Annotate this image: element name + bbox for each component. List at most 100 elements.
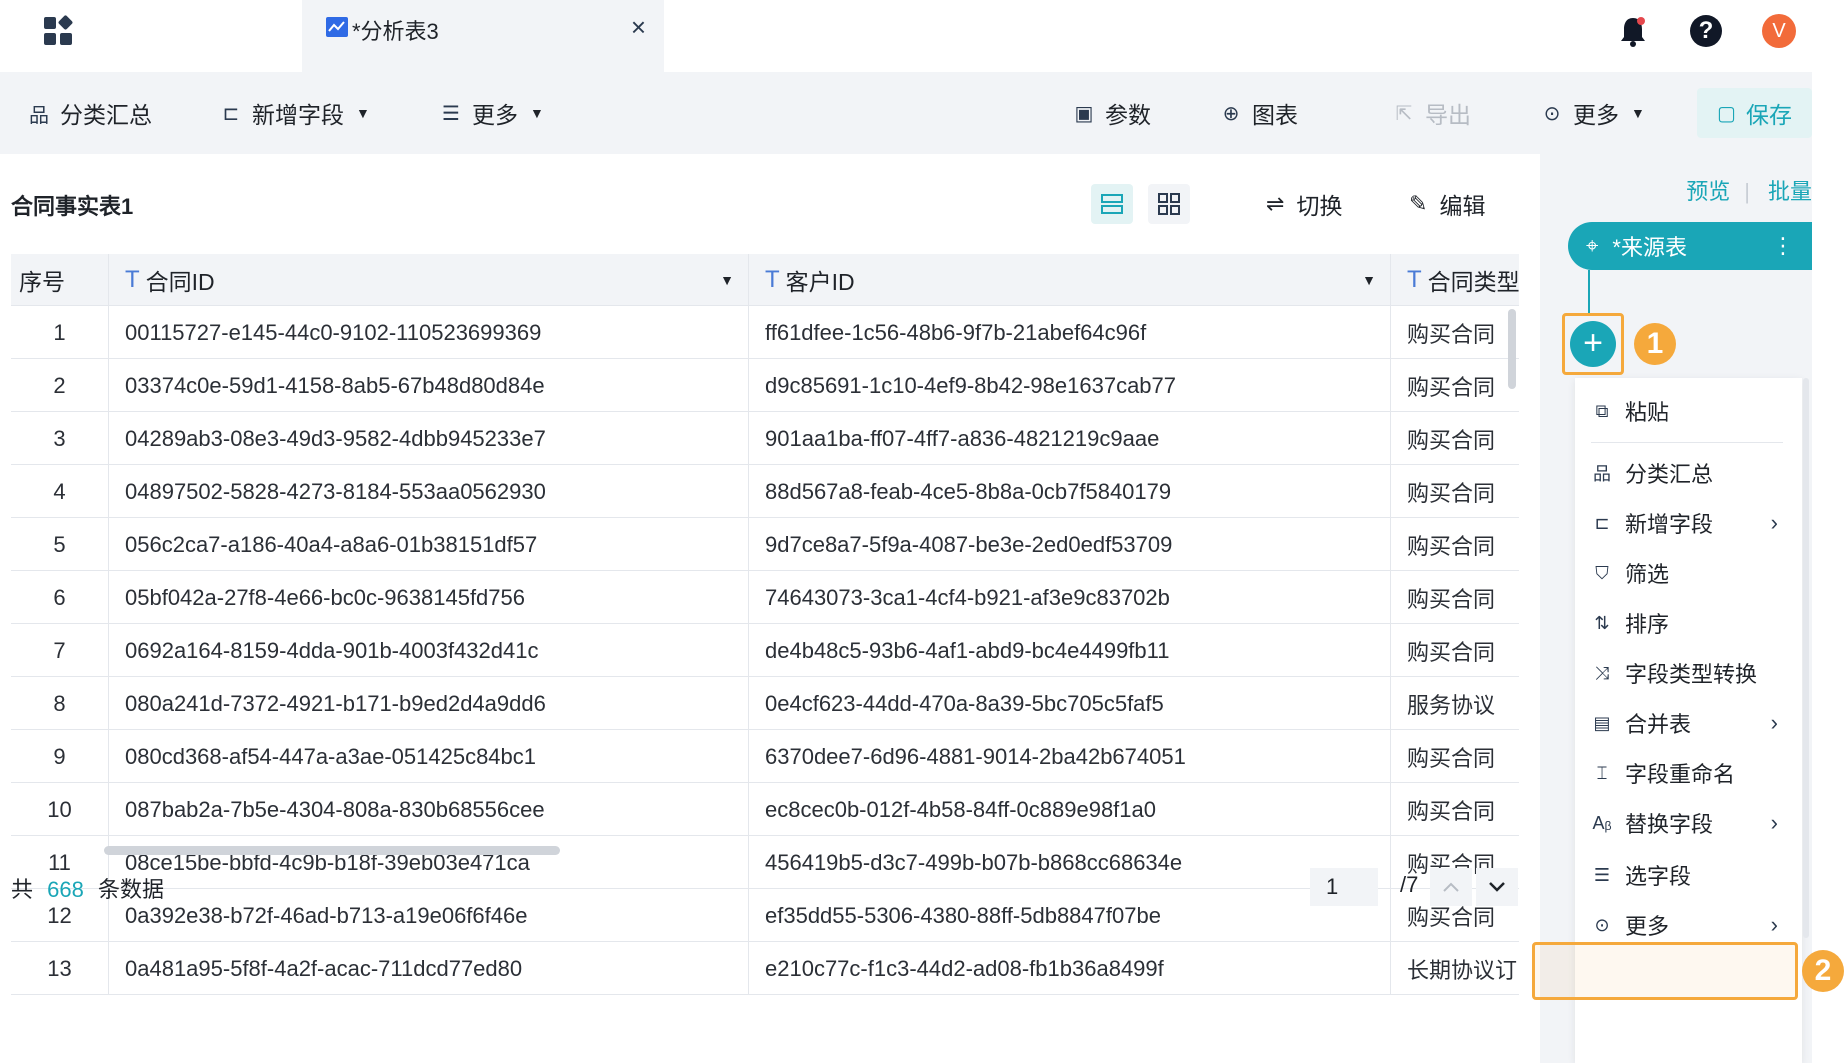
menu-item-replace[interactable]: Aᵦ 替换字段 › <box>1575 798 1802 848</box>
col-header-contract-id[interactable]: T 合同ID ▼ <box>109 254 749 306</box>
table-cell[interactable]: 6370dee7-6d96-4881-9014-2ba42b674051 <box>749 730 1391 783</box>
table-cell[interactable]: 10 <box>11 783 109 836</box>
preview-link[interactable]: 预览 <box>1686 179 1730 204</box>
table-cell[interactable]: 6 <box>11 571 109 624</box>
table-cell[interactable]: 05bf042a-27f8-4e66-bc0c-9638145fd756 <box>109 571 749 624</box>
list-view-toggle[interactable] <box>1091 184 1133 224</box>
table-row[interactable]: 3 04289ab3-08e3-49d3-9582-4dbb945233e7 901… <box>11 412 1519 465</box>
table-cell[interactable]: 7 <box>11 624 109 677</box>
table-cell[interactable]: 购买合同 <box>1391 412 1519 465</box>
table-cell[interactable]: 购买合同 <box>1391 465 1519 518</box>
chart-button[interactable]: ⊕ 图表 <box>1220 72 1298 154</box>
table-row[interactable]: 7 0692a164-8159-4dda-901b-4003f432d41c de4… <box>11 624 1519 677</box>
menu-item-rename[interactable]: ⌶ 字段重命名 <box>1575 748 1802 798</box>
menu-item-merge[interactable]: ▤ 合并表 › <box>1575 698 1802 748</box>
add-node-button[interactable]: + <box>1570 321 1616 367</box>
switch-button[interactable]: ⇌ 切换 <box>1266 184 1342 224</box>
table-row[interactable]: 6 05bf042a-27f8-4e66-bc0c-9638145fd756 746… <box>11 571 1519 624</box>
add-field-button[interactable]: ⊏ 新增字段 ▼ <box>220 72 370 154</box>
table-cell[interactable]: ec8cec0b-012f-4b58-84ff-0c889e98f1a0 <box>749 783 1391 836</box>
table-cell[interactable]: e210c77c-f1c3-44d2-ad08-fb1b36a8499f <box>749 942 1391 995</box>
more-right-button[interactable]: ⊙ 更多 ▼ <box>1541 72 1645 154</box>
table-cell[interactable]: 456419b5-d3c7-499b-b07b-b868cc68634e <box>749 836 1391 889</box>
table-cell[interactable]: 13 <box>11 942 109 995</box>
table-cell[interactable]: 080cd368-af54-447a-a3ae-051425c84bc1 <box>109 730 749 783</box>
table-cell[interactable]: 04289ab3-08e3-49d3-9582-4dbb945233e7 <box>109 412 749 465</box>
table-row[interactable]: 4 04897502-5828-4273-8184-553aa0562930 88d… <box>11 465 1519 518</box>
vertical-scrollbar[interactable] <box>1508 309 1516 389</box>
table-cell[interactable]: 购买合同 <box>1391 624 1519 677</box>
menu-item-paste[interactable]: ⧉ 粘贴 <box>1575 386 1802 436</box>
table-row[interactable]: 9 080cd368-af54-447a-a3ae-051425c84bc1 637… <box>11 730 1519 783</box>
table-cell[interactable]: 03374c0e-59d1-4158-8ab5-67b48d80d84e <box>109 359 749 412</box>
table-cell[interactable]: 0692a164-8159-4dda-901b-4003f432d41c <box>109 624 749 677</box>
page-input[interactable]: 1 <box>1310 868 1378 906</box>
table-cell[interactable]: 购买合同 <box>1391 730 1519 783</box>
tab-analysis-3[interactable]: *分析表3 × <box>302 0 664 72</box>
menu-item-convert[interactable]: ⤨ 字段类型转换 <box>1575 648 1802 698</box>
table-cell[interactable]: 1 <box>11 306 109 359</box>
batch-link[interactable]: 批量 <box>1768 179 1812 204</box>
table-cell[interactable]: 2 <box>11 359 109 412</box>
group-summary-button[interactable]: 品 分类汇总 <box>28 72 152 154</box>
table-cell[interactable]: 5 <box>11 518 109 571</box>
menu-item-add-field[interactable]: ⊏ 新增字段 › <box>1575 498 1802 548</box>
table-cell[interactable]: 74643073-3ca1-4cf4-b921-af3e9c83702b <box>749 571 1391 624</box>
table-row[interactable]: 5 056c2ca7-a186-40a4-a8a6-01b38151df57 9d7… <box>11 518 1519 571</box>
menu-item-select-field[interactable]: ☰ 选字段 <box>1575 850 1802 900</box>
grid-view-toggle[interactable] <box>1148 184 1190 224</box>
more-left-button[interactable]: ☰ 更多 ▼ <box>440 72 544 154</box>
table-cell[interactable]: 9 <box>11 730 109 783</box>
table-cell[interactable]: d9c85691-1c10-4ef9-8b42-98e1637cab77 <box>749 359 1391 412</box>
avatar[interactable]: V <box>1762 14 1796 48</box>
table-cell[interactable]: 4 <box>11 465 109 518</box>
table-cell[interactable]: 8 <box>11 677 109 730</box>
table-cell[interactable]: 04897502-5828-4273-8184-553aa0562930 <box>109 465 749 518</box>
table-cell[interactable]: 购买合同 <box>1391 783 1519 836</box>
export-button[interactable]: ⇱ 导出 <box>1393 72 1471 154</box>
menu-item-group[interactable]: 品分类汇总 <box>1575 448 1802 498</box>
menu-item-filter[interactable]: ⛉ 筛选 <box>1575 548 1802 598</box>
menu-item-sort[interactable]: ⇅ 排序 <box>1575 598 1802 648</box>
horizontal-scrollbar[interactable] <box>104 846 560 855</box>
table-cell[interactable]: 88d567a8-feab-4ce5-8b8a-0cb7f5840179 <box>749 465 1391 518</box>
table-cell[interactable]: 长期协议订 <box>1391 942 1519 995</box>
table-cell[interactable]: 00115727-e145-44c0-9102-110523699369 <box>109 306 749 359</box>
page-down-button[interactable] <box>1476 868 1518 906</box>
save-button[interactable]: ▢ 保存 <box>1697 88 1812 138</box>
table-cell[interactable]: 0a481a95-5f8f-4a2f-acac-711dcd77ed80 <box>109 942 749 995</box>
chevron-down-icon[interactable]: ▼ <box>720 272 734 288</box>
params-button[interactable]: ▣ 参数 <box>1073 72 1151 154</box>
table-cell[interactable]: 购买合同 <box>1391 518 1519 571</box>
table-row[interactable]: 13 0a481a95-5f8f-4a2f-acac-711dcd77ed80 e2… <box>11 942 1519 995</box>
table-cell[interactable]: 0e4cf623-44dd-470a-8a39-5bc705c5faf5 <box>749 677 1391 730</box>
col-header-customer-id[interactable]: T 客户ID ▼ <box>749 254 1391 306</box>
table-cell[interactable]: 056c2ca7-a186-40a4-a8a6-01b38151df57 <box>109 518 749 571</box>
table-cell[interactable]: ef35dd55-5306-4380-88ff-5db8847f07be <box>749 889 1391 942</box>
table-cell[interactable]: 080a241d-7372-4921-b171-b9ed2d4a9dd6 <box>109 677 749 730</box>
table-cell[interactable]: 08ce15be-bbfd-4c9b-b18f-39eb03e471ca <box>109 836 749 889</box>
table-cell[interactable]: 9d7ce8a7-5f9a-4087-be3e-2ed0edf53709 <box>749 518 1391 571</box>
table-row[interactable]: 1 00115727-e145-44c0-9102-110523699369 ff6… <box>11 306 1519 359</box>
table-cell[interactable]: 087bab2a-7b5e-4304-808a-830b68556cee <box>109 783 749 836</box>
page-up-button[interactable] <box>1430 868 1472 906</box>
table-row[interactable]: 10 087bab2a-7b5e-4304-808a-830b68556cee ec… <box>11 783 1519 836</box>
help-icon[interactable]: ? <box>1690 15 1722 47</box>
table-cell[interactable]: 3 <box>11 412 109 465</box>
table-cell[interactable]: 购买合同 <box>1391 571 1519 624</box>
table-cell[interactable]: 购买合同 <box>1391 359 1519 412</box>
table-cell[interactable]: 0a392e38-b72f-46ad-b713-a19e06f6f46e <box>109 889 749 942</box>
more-vertical-icon[interactable]: ⋮ <box>1772 233 1794 259</box>
table-row[interactable]: 2 03374c0e-59d1-4158-8ab5-67b48d80d84e d9c… <box>11 359 1519 412</box>
table-cell[interactable]: de4b48c5-93b6-4af1-abd9-bc4e4499fb11 <box>749 624 1391 677</box>
chevron-down-icon[interactable]: ▼ <box>1362 272 1376 288</box>
edit-button[interactable]: ✎ 编辑 <box>1409 184 1485 224</box>
table-row[interactable]: 12 0a392e38-b72f-46ad-b713-a19e06f6f46e ef… <box>11 889 1519 942</box>
table-cell[interactable]: 服务协议 <box>1391 677 1519 730</box>
menu-scrollbar[interactable] <box>1803 378 1809 938</box>
col-header-contract-type[interactable]: T 合同类型 <box>1391 254 1519 306</box>
close-icon[interactable]: × <box>631 14 646 40</box>
table-row[interactable]: 8 080a241d-7372-4921-b171-b9ed2d4a9dd6 0e4… <box>11 677 1519 730</box>
table-row[interactable]: 11 08ce15be-bbfd-4c9b-b18f-39eb03e471ca 45… <box>11 836 1519 889</box>
source-table-node[interactable]: ⌖ *来源表 ⋮ <box>1568 222 1812 270</box>
